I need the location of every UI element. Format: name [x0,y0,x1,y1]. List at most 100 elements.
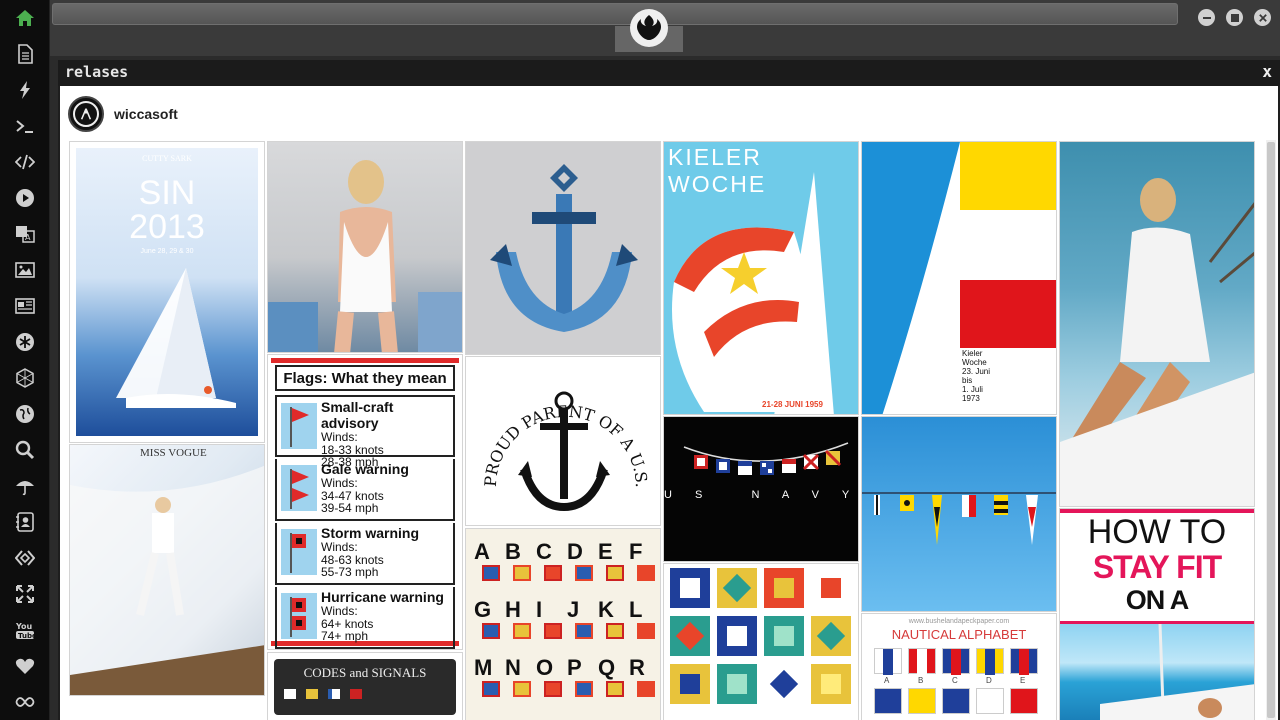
signal-flag-icon [575,681,593,697]
kieler-1973-illustration [862,142,1056,414]
panel-title: relases [65,63,129,81]
youtube-icon[interactable]: You Tube [13,618,37,642]
address-bar[interactable] [52,3,1178,25]
pin-us-navy-flags[interactable]: U S N A V Y [663,416,859,562]
alphabet-letter: C [536,539,552,564]
signal-flag-tile [717,664,757,704]
pin-quilt-anchor[interactable] [465,141,661,355]
profile-header[interactable]: wiccasoft [68,96,178,132]
username[interactable]: wiccasoft [114,106,178,122]
alphabet-letter: D [567,539,583,564]
alphabet-letter: L [629,597,643,622]
pin-kieler-woche-1973[interactable]: Kieler Woche 23. Juni bis 1. Juli 1973 [861,141,1057,415]
sidebar: A You Tube [0,0,50,720]
k73-line3: 23. Juni [962,367,991,376]
document-icon[interactable] [13,42,37,66]
lightning-icon[interactable] [13,78,37,102]
infinity-icon[interactable] [13,690,37,714]
translate-icon[interactable]: A [13,222,37,246]
code-icon[interactable] [13,150,37,174]
expand-icon[interactable] [13,582,37,606]
nautical-letter: E [1020,676,1026,685]
proud-parent-illustration: PROUD PARENT OF A U.S. SAILOR [466,357,651,512]
maximize-button[interactable] [1226,9,1243,26]
signal-flag-tile [717,568,757,608]
pin-board: wiccasoft CUTTY SARK SIN 2013 June 28, 2… [60,86,1278,720]
alphabet-letter: J [567,597,580,622]
sailboat-woman-illustration [1060,178,1254,506]
svg-text:Tube: Tube [18,632,35,640]
search-icon[interactable] [13,438,37,462]
image-icon[interactable] [13,258,37,282]
signal-flag-icon [637,623,655,639]
k73-line2: Woche [962,358,987,367]
svg-text:PROUD PARENT OF A U.S. SAILOR: PROUD PARENT OF A U.S. SAILOR [466,357,651,488]
umbrella-icon[interactable] [13,474,37,498]
pin-woman-on-sailboat[interactable] [1059,141,1255,507]
pin-miss-vogue[interactable]: MISS VOGUE [69,444,265,696]
diamond-code-icon[interactable] [13,546,37,570]
pin-flags-what-they-mean[interactable]: Flags: What they mean Small-craft adviso… [267,354,463,650]
signal-flag-icon [637,565,655,581]
avatar[interactable] [68,96,104,132]
nautical-flag-icon [1010,648,1038,675]
heart-icon[interactable] [13,654,37,678]
flags-chart-title: Flags: What they mean [283,369,447,387]
alphabet-letter: H [505,597,521,622]
minimize-button[interactable] [1198,9,1215,26]
pin-flag-alphabet[interactable]: ABCDEF GHIJKL MNOPQR [465,528,661,720]
signal-flag-tile [811,664,851,704]
k73-line6: 1973 [962,394,980,403]
poster-dates: June 28, 29 & 30 [140,248,194,255]
home-icon[interactable] [13,6,37,30]
k73-line4: bis [962,376,973,385]
signal-flag-icon [513,565,531,581]
alphabet-letter: B [505,539,521,564]
swimsuit-figure-illustration [268,160,462,352]
globe-icon[interactable] [13,402,37,426]
alphabet-letter: Q [598,655,616,680]
asterisk-icon[interactable] [13,330,37,354]
scrollbar-thumb[interactable] [1267,142,1275,718]
play-icon[interactable] [13,186,37,210]
pin-codes-and-signals[interactable]: CODES and SIGNALS [267,652,463,720]
nautical-flag-icon [1010,688,1038,714]
signal-flag-icon [482,565,500,581]
source-url: www.bushelandapeckpaper.com [908,618,1010,625]
panel-close-button[interactable]: x [1262,62,1272,81]
fit-line2: STAY FIT [1092,549,1222,585]
scrollbar[interactable] [1266,140,1276,720]
sky-bunting-illustration [862,492,1056,545]
svg-text:A: A [25,233,31,242]
nautical-flag-icon [874,688,902,714]
flag-name: Small-craft advisory [321,399,394,431]
close-window-button[interactable] [1254,9,1271,26]
signal-flag-icon [513,681,531,697]
k73-line5: 1. Juli [962,385,983,394]
terminal-icon[interactable] [13,114,37,138]
flag-meaning-row: Gale warning Winds: 34-47 knots 39-54 mph [275,459,455,521]
sailboat-illustration [116,268,236,408]
nautical-flag-icon [908,648,936,675]
pin-proud-parent-sailor[interactable]: PROUD PARENT OF A U.S. SAILOR [465,356,661,526]
alphabet-letter: E [598,539,613,564]
hexagon-icon[interactable] [13,366,37,390]
nautical-letter: C [952,676,958,685]
poster-year: 2013 [129,208,205,246]
flag-name: Gale warning [321,461,409,477]
news-icon[interactable] [13,294,37,318]
rebel-logo-icon[interactable] [630,9,668,47]
alphabet-letter: N [505,655,521,680]
pin-how-to-stay-fit[interactable]: HOW TO STAY FIT ON A SAILBOAT [1059,508,1255,720]
pin-nautical-alphabet[interactable]: www.bushelandapeckpaper.com NAUTICAL ALP… [861,613,1057,720]
pin-flags-sky[interactable] [861,416,1057,612]
poster-brand: CUTTY SARK [142,154,192,163]
pin-signal-flag-grid[interactable] [663,563,859,720]
flag-meaning-row: Small-craft advisory Winds: 18-33 knots 28-… [275,395,455,468]
signal-flag-icon [637,681,655,697]
signal-flag-tile [670,568,710,608]
contacts-icon[interactable] [13,510,37,534]
pin-woman-swimsuit[interactable] [267,141,463,353]
pin-sin-2013-poster[interactable]: CUTTY SARK SIN 2013 June 28, 29 & 30 [69,141,265,443]
pin-kieler-woche-1959[interactable]: KIELER WOCHE 21-28 JUNI 1959 [663,141,859,415]
